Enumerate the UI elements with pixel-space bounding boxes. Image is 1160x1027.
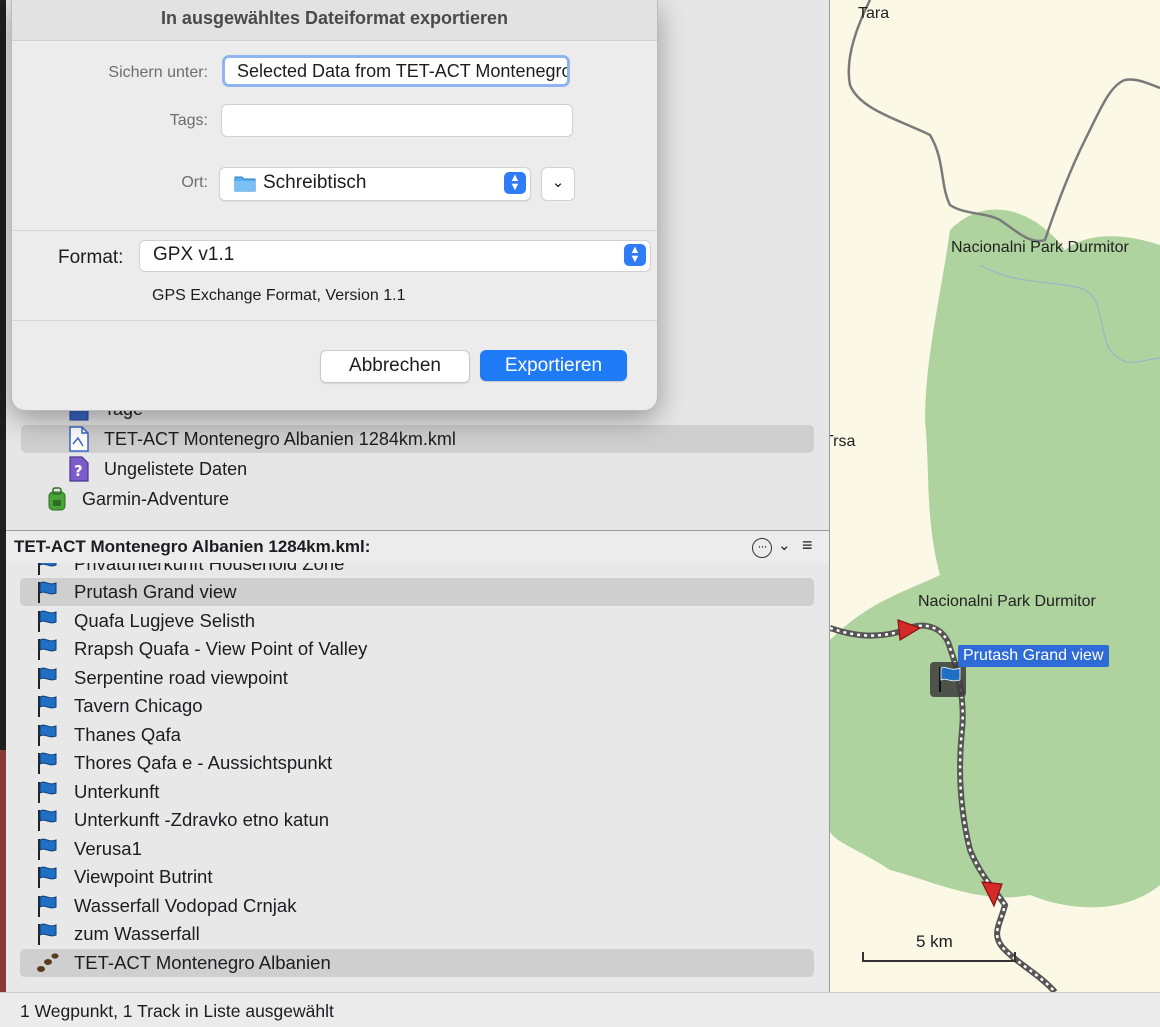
export-button[interactable]: Exportieren [480, 350, 627, 381]
list-view-icon[interactable]: ≡ [802, 535, 813, 556]
chevron-down-icon[interactable]: ⌄ [778, 536, 791, 554]
scale-label: 5 km [916, 932, 953, 951]
map-label-park: Nacionalni Park Durmitor [918, 593, 1096, 610]
list-item-label: Prutash Grand view [74, 581, 237, 602]
list-item-label: Quafa Lugjeve Selisth [74, 610, 256, 631]
list-item-label: Thanes Qafa [74, 724, 181, 745]
map-label-trsa: Trsa [830, 433, 856, 450]
list-item-label: Thores Qafa e - Aussichtspunkt [74, 752, 333, 773]
scale-bar [862, 952, 1016, 962]
flag-icon [38, 752, 57, 774]
export-dialog: In ausgewähltes Dateiformat exportieren … [11, 0, 658, 411]
list-item[interactable]: Thanes Qafa [20, 721, 814, 749]
flag-icon [38, 581, 57, 603]
flag-icon [38, 638, 57, 660]
separator [12, 230, 657, 231]
flag-icon [38, 895, 57, 917]
folder-icon [234, 176, 256, 192]
map-label-tara: Tara [858, 5, 890, 22]
dialog-title: In ausgewähltes Dateiformat exportieren [160, 8, 509, 28]
flag-icon [38, 838, 57, 860]
kml-file-icon [68, 426, 90, 452]
flag-icon [38, 667, 57, 689]
list-item-label: Verusa1 [74, 838, 142, 859]
flag-icon [38, 866, 57, 888]
expand-button[interactable]: ⌄ [541, 167, 575, 201]
chevron-down-icon: ⌄ [551, 174, 565, 191]
save-as-label: Sichern unter: [108, 64, 208, 81]
list-item-label: Privatunterkunft Household Zone [74, 563, 345, 574]
list-header: TET-ACT Montenegro Albanien 1284km.kml: … [6, 530, 829, 564]
list-title: TET-ACT Montenegro Albanien 1284km.kml: [14, 537, 371, 556]
format-label: Format: [58, 247, 124, 268]
save-as-input[interactable]: Selected Data from TET-ACT Montenegro Al… [222, 55, 570, 87]
map-canvas [830, 0, 1160, 992]
format-popup[interactable]: GPX v1.1 ▲ ▼ [139, 240, 651, 272]
sidebar-item-garmin-adventure[interactable]: Garmin-Adventure [46, 485, 806, 513]
format-value: GPX v1.1 [153, 244, 235, 265]
list-item-label: Viewpoint Butrint [74, 866, 213, 887]
list-item-track[interactable]: TET-ACT Montenegro Albanien [20, 949, 814, 977]
flag-icon [38, 563, 57, 575]
location-label: Ort: [181, 174, 208, 191]
stepper-icon: ▲ ▼ [504, 172, 526, 194]
tags-label: Tags: [169, 112, 208, 129]
more-options-icon[interactable]: ··· [752, 538, 772, 558]
list-item[interactable]: Rrapsh Quafa - View Point of Valley [20, 635, 814, 663]
dialog-titlebar: In ausgewähltes Dateiformat exportieren [12, 0, 657, 41]
sidebar-item-unlisted[interactable]: ? Ungelistete Daten [68, 455, 808, 483]
list-item-label: Unterkunft [74, 781, 160, 802]
list-item[interactable]: Serpentine road viewpoint [20, 664, 814, 692]
list-item-label: Serpentine road viewpoint [74, 667, 288, 688]
flag-icon [38, 724, 57, 746]
list-item[interactable]: Privatunterkunft Household Zone [20, 563, 814, 578]
list-item[interactable]: Unterkunft -Zdravko etno katun [20, 806, 814, 834]
waypoint-callout[interactable]: Prutash Grand view [958, 645, 1109, 667]
sidebar-item-kml-file[interactable]: TET-ACT Montenegro Albanien 1284km.kml [21, 425, 814, 453]
list-item[interactable]: Unterkunft [20, 778, 814, 806]
list-item-label: TET-ACT Montenegro Albanien [74, 952, 331, 973]
location-popup[interactable]: Schreibtisch ▲ ▼ [219, 167, 531, 201]
flag-icon [38, 610, 57, 632]
flag-icon [38, 809, 57, 831]
flag-icon [38, 695, 57, 717]
tags-input[interactable] [221, 104, 573, 137]
status-bar: 1 Wegpunkt, 1 Track in Liste ausgewählt [0, 992, 1160, 1027]
waypoint-list[interactable]: Privatunterkunft Household Zone Prutash … [6, 563, 829, 991]
sidebar-item-label: TET-ACT Montenegro Albanien 1284km.kml [104, 428, 456, 449]
list-item[interactable]: Thores Qafa e - Aussichtspunkt [20, 749, 814, 777]
flag-icon [38, 923, 57, 945]
track-icon [37, 953, 59, 972]
map-label-park: Nacionalni Park Durmitor [951, 239, 1129, 256]
cancel-button[interactable]: Abbrechen [320, 350, 470, 383]
sidebar-item-label: Ungelistete Daten [104, 458, 248, 479]
separator [12, 320, 657, 321]
svg-text:?: ? [74, 462, 83, 480]
list-item[interactable]: zum Wasserfall [20, 920, 814, 948]
list-item-label: Unterkunft -Zdravko etno katun [74, 809, 330, 830]
sidebar-item-label: Garmin-Adventure [82, 488, 230, 509]
list-item[interactable]: Wasserfall Vodopad Crnjak [20, 892, 814, 920]
unlisted-data-icon: ? [68, 456, 90, 482]
list-item[interactable]: Verusa1 [20, 835, 814, 863]
list-item-label: Rrapsh Quafa - View Point of Valley [74, 638, 368, 659]
stepper-icon: ▲ ▼ [624, 244, 646, 266]
list-item-label: Tavern Chicago [74, 695, 203, 716]
list-item[interactable]: Quafa Lugjeve Selisth [20, 607, 814, 635]
list-item-label: Wasserfall Vodopad Crnjak [74, 895, 297, 916]
format-description: GPS Exchange Format, Version 1.1 [152, 287, 406, 304]
flag-icon [38, 781, 57, 803]
location-value: Schreibtisch [263, 172, 367, 193]
list-item[interactable]: Prutash Grand view [20, 578, 814, 606]
backpack-icon [46, 487, 68, 511]
list-item[interactable]: Tavern Chicago [20, 692, 814, 720]
map-view[interactable]: Tara Nacionalni Park Durmitor Trsa Nacio… [830, 0, 1160, 992]
list-item[interactable]: Viewpoint Butrint [20, 863, 814, 891]
list-item-label: zum Wasserfall [74, 923, 200, 944]
status-text: 1 Wegpunkt, 1 Track in Liste ausgewählt [20, 1001, 334, 1021]
